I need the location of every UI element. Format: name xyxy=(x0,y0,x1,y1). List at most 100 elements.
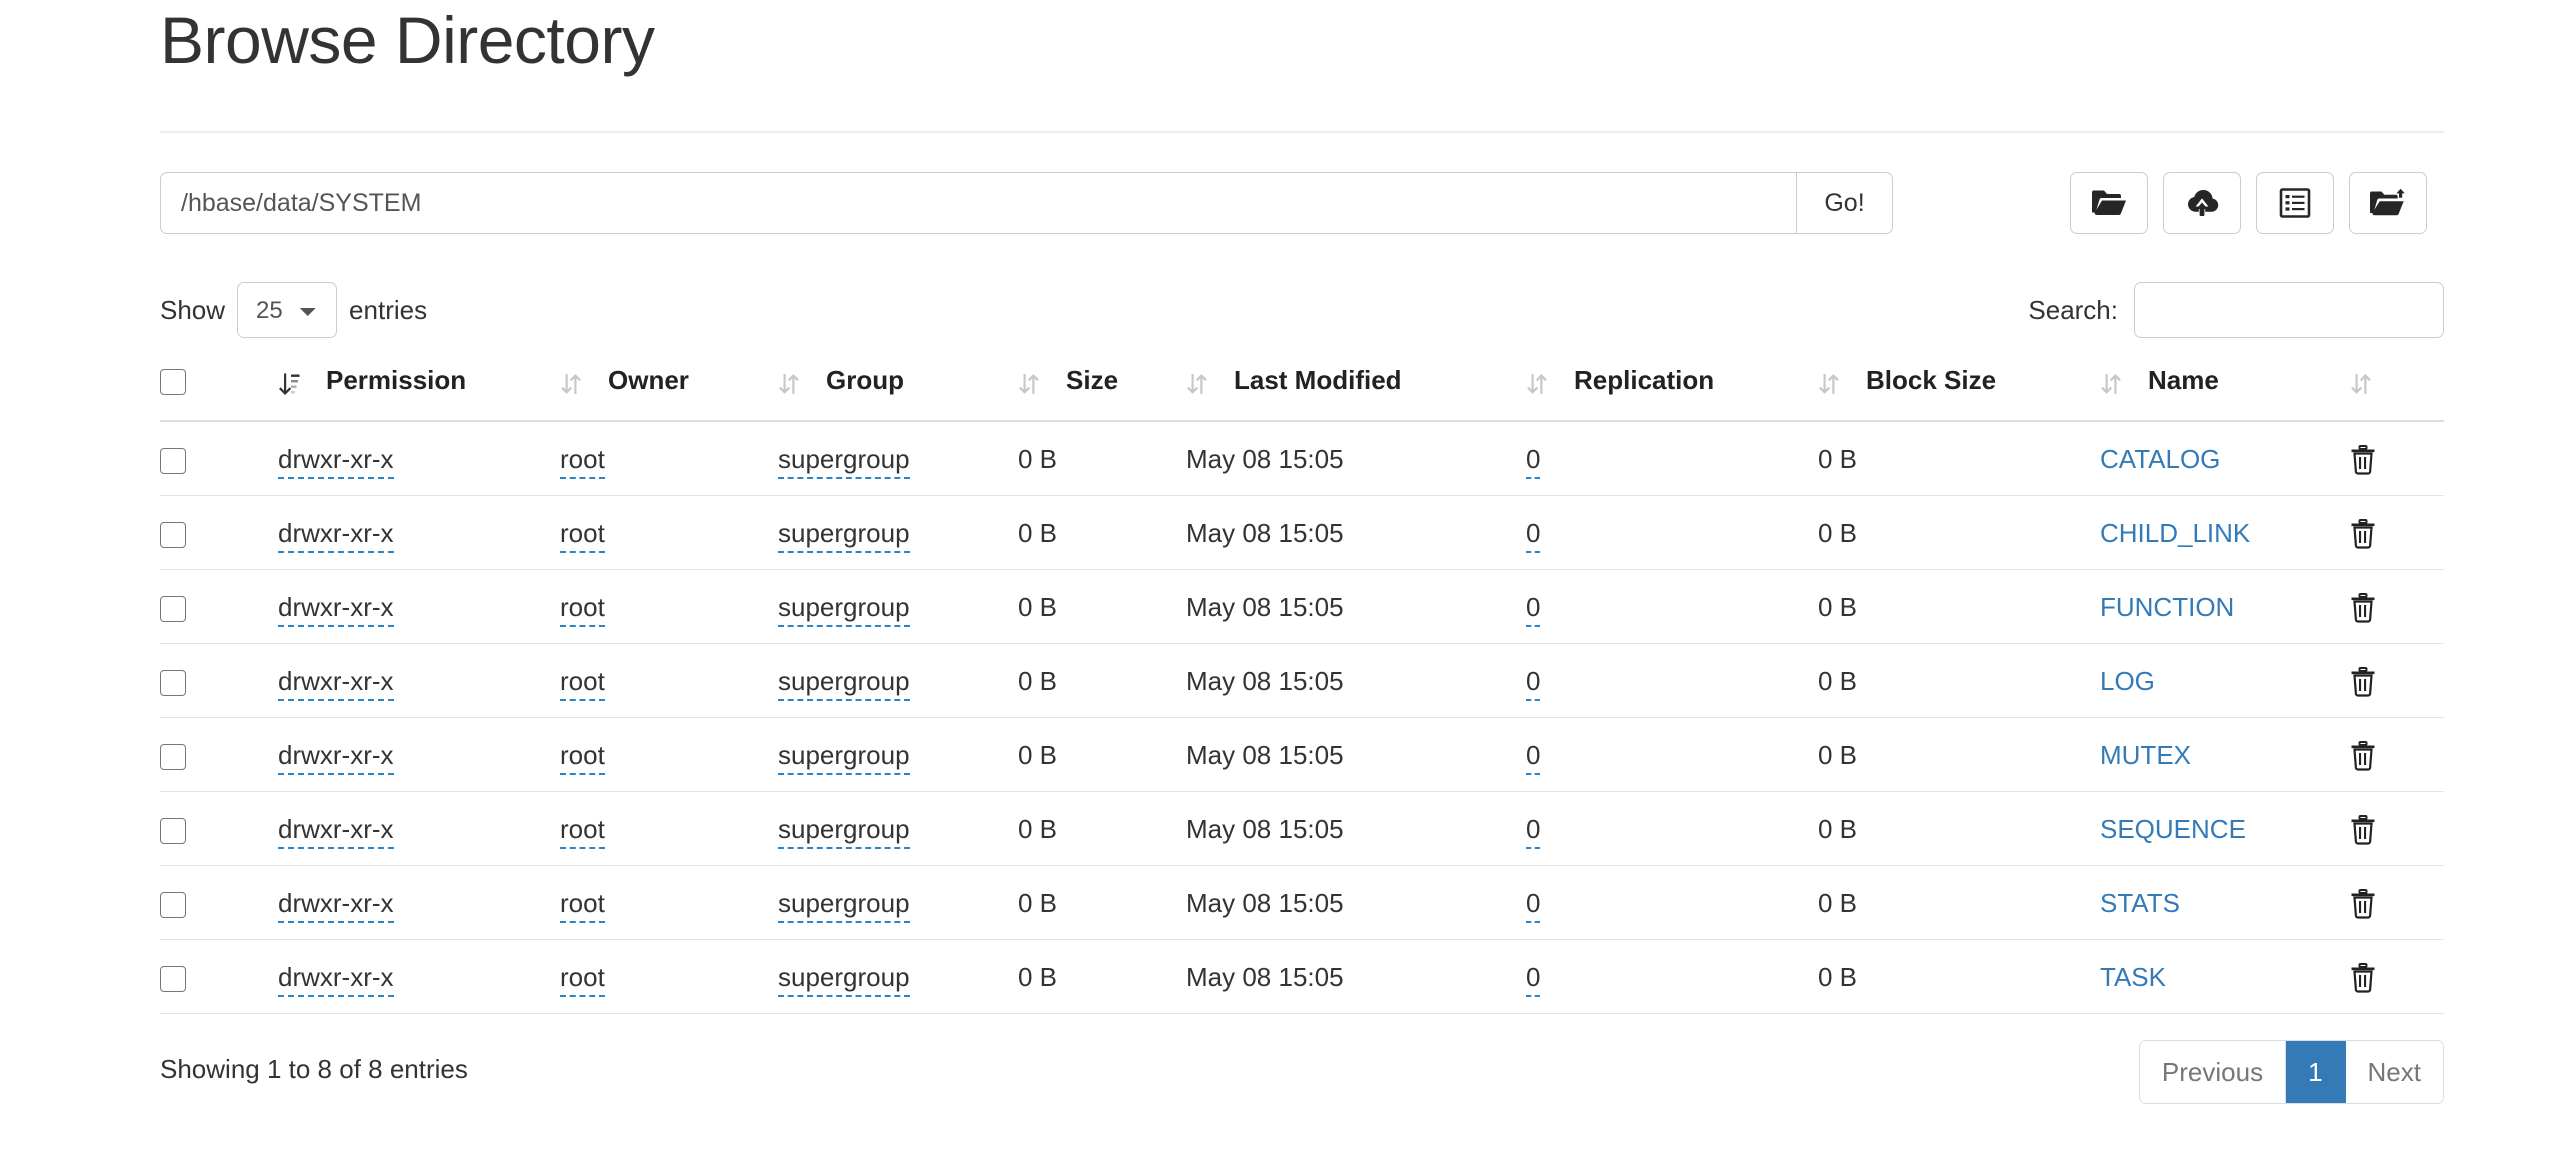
permission-editable-link[interactable]: drwxr-xr-x xyxy=(278,888,394,923)
permission-editable-link[interactable]: drwxr-xr-x xyxy=(278,740,394,775)
replication-editable-link[interactable]: 0 xyxy=(1526,814,1541,849)
cell-size: 0 B xyxy=(1018,569,1186,644)
row-select-checkbox[interactable] xyxy=(160,448,186,475)
column-header-last-modified[interactable]: Last Modified xyxy=(1186,365,1526,422)
row-select-checkbox[interactable] xyxy=(160,818,186,845)
entries-per-page-select[interactable]: 25 xyxy=(237,282,338,338)
file-name-link[interactable]: FUNCTION xyxy=(2100,592,2234,622)
file-name-link[interactable]: CHILD_LINK xyxy=(2100,518,2250,548)
cell-last-modified: May 08 15:05 xyxy=(1186,717,1526,792)
cell-permission: drwxr-xr-x xyxy=(278,421,560,496)
owner-editable-link[interactable]: root xyxy=(560,814,605,849)
pagination-page-1-button[interactable]: 1 xyxy=(2286,1041,2346,1103)
snapshot-list-button[interactable] xyxy=(2256,172,2334,234)
table-row: drwxr-xr-x root supergroup 0 B May 08 15:05 0… xyxy=(160,939,2444,1014)
go-button[interactable]: Go! xyxy=(1796,172,1893,234)
file-name-link[interactable]: STATS xyxy=(2100,888,2180,918)
pagination-next-button[interactable]: Next xyxy=(2345,1041,2443,1103)
replication-editable-link[interactable]: 0 xyxy=(1526,962,1541,997)
replication-editable-link[interactable]: 0 xyxy=(1526,518,1541,553)
search-input[interactable] xyxy=(2134,282,2444,338)
delete-row-button[interactable] xyxy=(2350,518,2376,549)
directory-path-input[interactable] xyxy=(160,172,1796,234)
group-editable-link[interactable]: supergroup xyxy=(778,740,910,775)
delete-row-button[interactable] xyxy=(2350,962,2376,993)
select-all-checkbox[interactable] xyxy=(160,369,186,396)
replication-editable-link[interactable]: 0 xyxy=(1526,444,1541,479)
owner-editable-link[interactable]: root xyxy=(560,740,605,775)
file-name-link[interactable]: CATALOG xyxy=(2100,444,2220,474)
column-header-actions[interactable] xyxy=(2350,365,2444,422)
cut-paste-folder-button[interactable] xyxy=(2349,172,2427,234)
replication-editable-link[interactable]: 0 xyxy=(1526,666,1541,701)
cell-owner: root xyxy=(560,939,778,1014)
pagination-previous-button[interactable]: Previous xyxy=(2139,1041,2287,1103)
create-directory-button[interactable] xyxy=(2070,172,2148,234)
column-header-permission[interactable]: Permission xyxy=(278,365,560,422)
delete-row-button[interactable] xyxy=(2350,740,2376,774)
replication-editable-link[interactable]: 0 xyxy=(1526,888,1541,923)
delete-row-button[interactable] xyxy=(2350,666,2376,697)
delete-row-button[interactable] xyxy=(2350,888,2376,919)
row-select-checkbox[interactable] xyxy=(160,670,186,697)
delete-row-button[interactable] xyxy=(2350,592,2376,623)
cell-group: supergroup xyxy=(778,495,1018,570)
cell-permission: drwxr-xr-x xyxy=(278,643,560,718)
row-select-checkbox[interactable] xyxy=(160,522,186,549)
permission-editable-link[interactable]: drwxr-xr-x xyxy=(278,444,394,479)
column-header-size[interactable]: Size xyxy=(1018,365,1186,422)
file-name-link[interactable]: LOG xyxy=(2100,666,2155,696)
sort-icon xyxy=(1018,372,1052,396)
owner-editable-link[interactable]: root xyxy=(560,444,605,479)
group-editable-link[interactable]: supergroup xyxy=(778,962,910,997)
column-header-replication[interactable]: Replication xyxy=(1526,365,1818,422)
delete-row-button[interactable] xyxy=(2350,444,2376,475)
row-select-checkbox[interactable] xyxy=(160,596,186,623)
permission-editable-link[interactable]: drwxr-xr-x xyxy=(278,592,394,627)
row-select-checkbox[interactable] xyxy=(160,966,186,993)
column-header-label: Name xyxy=(2148,365,2219,395)
trash-icon xyxy=(2350,740,2376,774)
sort-icon xyxy=(2100,372,2134,396)
owner-editable-link[interactable]: root xyxy=(560,592,605,627)
cell-block-size: 0 B xyxy=(1818,865,2100,940)
row-select-checkbox[interactable] xyxy=(160,892,186,919)
permission-editable-link[interactable]: drwxr-xr-x xyxy=(278,814,394,849)
group-editable-link[interactable]: supergroup xyxy=(778,518,910,553)
group-editable-link[interactable]: supergroup xyxy=(778,666,910,701)
sort-icon xyxy=(1526,372,1560,396)
sort-icon xyxy=(778,372,812,396)
column-header-owner[interactable]: Owner xyxy=(560,365,778,422)
replication-editable-link[interactable]: 0 xyxy=(1526,592,1541,627)
select-all-header xyxy=(160,365,278,422)
files-table-head: Permission Owner Group Size Last Modifie… xyxy=(160,365,2444,422)
sort-icon xyxy=(560,372,594,396)
column-header-label: Owner xyxy=(608,365,689,395)
cell-block-size: 0 B xyxy=(1818,421,2100,496)
delete-row-button[interactable] xyxy=(2350,814,2376,845)
owner-editable-link[interactable]: root xyxy=(560,962,605,997)
row-select-checkbox[interactable] xyxy=(160,744,186,771)
column-header-group[interactable]: Group xyxy=(778,365,1018,422)
permission-editable-link[interactable]: drwxr-xr-x xyxy=(278,518,394,553)
file-name-link[interactable]: TASK xyxy=(2100,962,2166,992)
file-name-link[interactable]: SEQUENCE xyxy=(2100,814,2246,844)
group-editable-link[interactable]: supergroup xyxy=(778,814,910,849)
owner-editable-link[interactable]: root xyxy=(560,518,605,553)
cell-size: 0 B xyxy=(1018,495,1186,570)
upload-files-button[interactable] xyxy=(2163,172,2241,234)
column-header-block-size[interactable]: Block Size xyxy=(1818,365,2100,422)
replication-editable-link[interactable]: 0 xyxy=(1526,740,1541,775)
cell-block-size: 0 B xyxy=(1818,717,2100,792)
group-editable-link[interactable]: supergroup xyxy=(778,592,910,627)
owner-editable-link[interactable]: root xyxy=(560,666,605,701)
group-editable-link[interactable]: supergroup xyxy=(778,888,910,923)
permission-editable-link[interactable]: drwxr-xr-x xyxy=(278,962,394,997)
permission-editable-link[interactable]: drwxr-xr-x xyxy=(278,666,394,701)
owner-editable-link[interactable]: root xyxy=(560,888,605,923)
group-editable-link[interactable]: supergroup xyxy=(778,444,910,479)
file-name-link[interactable]: MUTEX xyxy=(2100,740,2191,770)
column-header-name[interactable]: Name xyxy=(2100,365,2350,422)
cell-permission: drwxr-xr-x xyxy=(278,865,560,940)
table-row: drwxr-xr-x root supergroup 0 B May 08 15:05 0… xyxy=(160,495,2444,570)
